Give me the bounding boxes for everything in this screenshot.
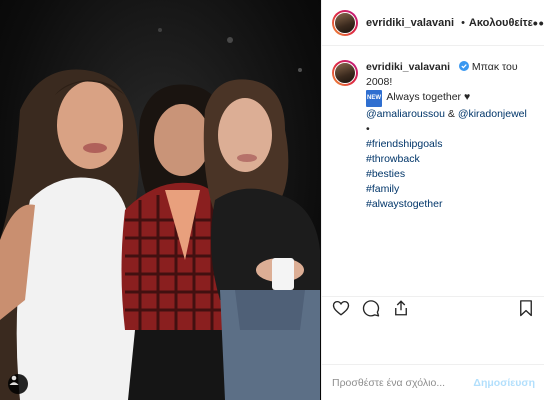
- bookmark-icon[interactable]: [517, 299, 535, 317]
- mention-amaliaroussou[interactable]: @amaliaroussou: [366, 108, 445, 120]
- new-emoji-badge: NEW: [366, 90, 382, 107]
- post-comment-button[interactable]: Δημοσίευση: [473, 377, 535, 389]
- caption-text-line2: Always together ♥: [386, 91, 471, 103]
- mention-kiradonjewel[interactable]: @kiradonjewel: [458, 108, 527, 120]
- post-header: evridiki_valavani • Ακολουθείτε •••: [322, 0, 544, 46]
- verified-badge-icon: [458, 61, 469, 71]
- caption-avatar[interactable]: [332, 60, 358, 86]
- post-caption: evridiki_valavani Μπακ του 2008! NEW Alw…: [322, 46, 544, 212]
- header-separator: •: [461, 16, 465, 29]
- action-bar: [322, 296, 544, 318]
- share-icon[interactable]: [392, 299, 410, 317]
- hashtag[interactable]: #throwback: [366, 152, 534, 167]
- caption-amp: &: [447, 108, 455, 120]
- caption-username[interactable]: evridiki_valavani: [366, 61, 450, 73]
- header-username[interactable]: evridiki_valavani: [366, 17, 454, 29]
- more-options-icon[interactable]: •••: [533, 15, 544, 31]
- hashtag[interactable]: #friendshipgoals: [366, 137, 534, 152]
- comment-input[interactable]: [332, 376, 474, 389]
- photo-illustration: [0, 28, 320, 400]
- hashtag[interactable]: #alwaystogether: [366, 197, 534, 212]
- caption-bullet: •: [366, 123, 370, 135]
- hashtag[interactable]: #family: [366, 182, 534, 197]
- comment-bar: Δημοσίευση: [322, 364, 544, 400]
- post-photo[interactable]: [0, 0, 321, 400]
- user-tag-icon[interactable]: [8, 374, 28, 394]
- post-side-panel: evridiki_valavani • Ακολουθείτε ••• evri…: [321, 0, 544, 400]
- heart-icon[interactable]: [332, 299, 350, 317]
- comment-icon[interactable]: [362, 299, 380, 317]
- following-button[interactable]: Ακολουθείτε: [469, 17, 533, 29]
- avatar[interactable]: [332, 9, 358, 36]
- hashtag[interactable]: #besties: [366, 167, 534, 182]
